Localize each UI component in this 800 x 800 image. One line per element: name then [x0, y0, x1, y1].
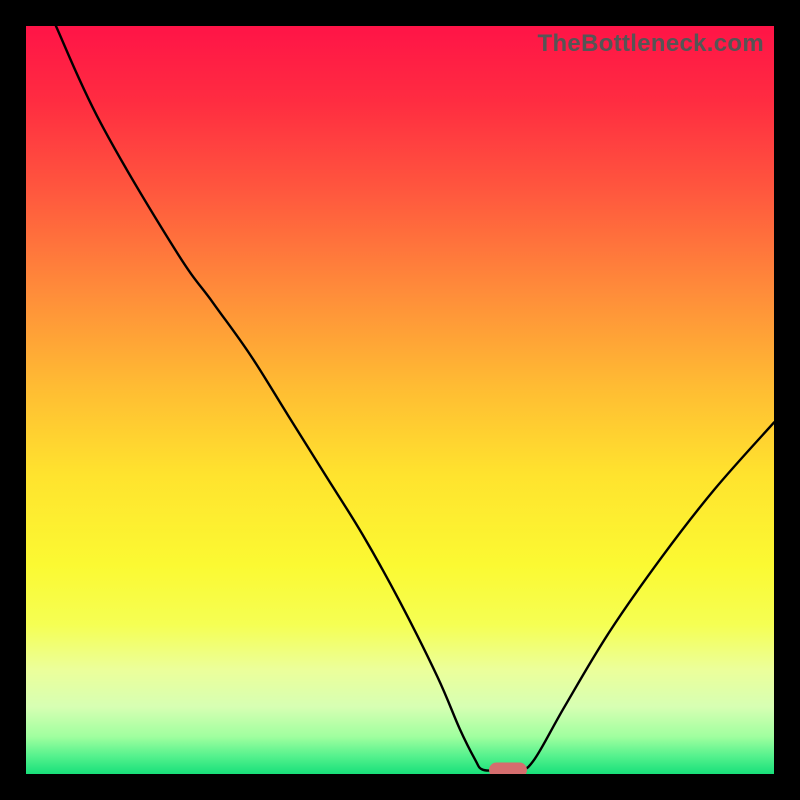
plot-area: TheBottleneck.com	[26, 26, 774, 774]
optimal-marker	[489, 763, 527, 774]
chart-frame: TheBottleneck.com	[0, 0, 800, 800]
bottleneck-curve	[26, 26, 774, 774]
